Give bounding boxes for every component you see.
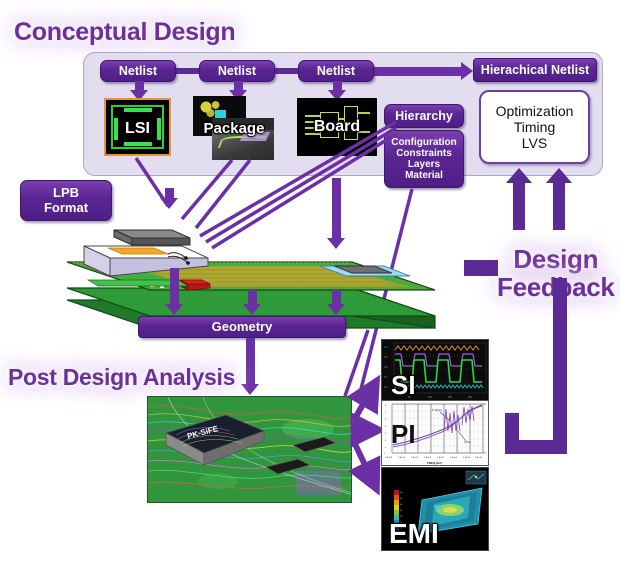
lpb-format-line-2: Format — [43, 199, 89, 215]
optimization-line-2: Timing — [513, 118, 556, 135]
tile-package-bottom[interactable] — [212, 118, 274, 160]
netlist-box-2[interactable]: Netlist — [199, 60, 275, 82]
netlist-box-3[interactable]: Netlist — [298, 60, 374, 82]
arrow-pcb-to-geometry-3 — [327, 290, 345, 316]
svg-text:1.E+06: 1.E+06 — [424, 457, 432, 459]
svg-text:100: 100 — [428, 396, 433, 399]
pcb-routing-photo[interactable]: PK-SiFE — [147, 396, 352, 503]
arrow-feedback-up-2 — [546, 168, 572, 230]
board-art-block-2 — [344, 106, 358, 140]
netlist-box-1[interactable]: Netlist — [100, 60, 176, 82]
svg-text:Z-Sim: Z-Sim — [464, 440, 471, 444]
lsi-pad-right — [157, 118, 161, 140]
pcb-stacked-die-side-front — [131, 237, 191, 246]
board-art-pin-7 — [358, 131, 370, 133]
emi-hotspot-yellow — [443, 507, 457, 513]
arrow-head — [546, 168, 572, 183]
arrow-head — [165, 304, 183, 315]
svg-text:1.E+07: 1.E+07 — [437, 457, 445, 459]
pcb-bond-pad-2 — [186, 261, 190, 265]
lpb-format-box[interactable]: LPB Format — [20, 180, 112, 221]
board-art-pin-4 — [305, 133, 320, 135]
optimization-line-1: Optimization — [495, 102, 574, 119]
arrow-head — [327, 304, 345, 315]
lsi-pad-left — [114, 118, 118, 140]
arrow-pcb-to-geometry-1 — [165, 268, 183, 316]
arrow-head — [461, 62, 473, 80]
hierarchy-title-box[interactable]: Hierarchy — [384, 104, 464, 128]
tile-lsi[interactable]: LSI — [104, 98, 171, 156]
arrow-to-die — [160, 188, 178, 210]
geometry-box[interactable]: Geometry — [138, 316, 346, 338]
arrow-geometry-to-pcb-photo — [241, 338, 259, 396]
arrow-shaft — [169, 268, 179, 306]
feedback-bar-vertical — [553, 278, 567, 454]
pcb-bond-pad-1 — [184, 256, 188, 260]
tile-si-analysis[interactable]: 1.0 0.8 0.6 0.4 0.2 50 100 150 200 SI — [381, 339, 489, 401]
lsi-pad-bottom — [124, 142, 152, 146]
arrow-shaft — [245, 338, 255, 386]
emi-plot-svg: 605244 362820 124 dBuV/m — [382, 468, 488, 550]
svg-text:200: 200 — [468, 396, 473, 399]
tile-pi-analysis[interactable]: Z-Target Z-Sim 876 543 21 1.E+03 1.E+04 1.… — [381, 400, 489, 466]
tile-board[interactable]: Board — [297, 98, 377, 156]
board-art-pin-5 — [339, 118, 345, 120]
board-art-pin-3 — [305, 127, 320, 129]
pi-plot-svg: Z-Target Z-Sim 876 543 21 1.E+03 1.E+04 1.… — [382, 401, 488, 465]
diagram-canvas: Conceptual Design Netlist Netlist Netlis… — [0, 0, 620, 571]
lpb-format-line-1: LPB — [53, 184, 79, 200]
arrow-shaft — [364, 67, 462, 76]
lsi-pad-top — [124, 108, 152, 112]
pcb-3d-illustration — [62, 228, 467, 329]
optimization-box[interactable]: Optimization Timing LVS — [479, 90, 590, 164]
pcb-photo-svg: PK-SiFE — [148, 397, 351, 502]
feedback-bar-left-stub — [464, 260, 498, 276]
board-art-pin-6 — [358, 112, 370, 114]
optimization-line-3: LVS — [521, 135, 548, 152]
arrow-head — [506, 168, 532, 183]
arrow-shaft — [513, 182, 525, 230]
board-art-pin-2 — [305, 121, 320, 123]
arrow-to-si — [346, 374, 381, 422]
arrow-pcb-to-geometry-2 — [243, 290, 261, 316]
emi-colorbar — [394, 490, 399, 535]
hierarchy-items-box[interactable]: Configuration Constraints Layers Materia… — [384, 130, 464, 188]
heading-conceptual-design: Conceptual Design — [0, 8, 252, 57]
board-art-block-1 — [320, 112, 339, 138]
design-feedback-line-1: Design — [513, 244, 599, 274]
arrow-head — [241, 384, 259, 395]
svg-text:1.E+09: 1.E+09 — [463, 457, 471, 459]
heading-post-design-analysis: Post Design Analysis — [0, 354, 252, 401]
pi-x-axis-label: FREQ (Hz) — [427, 461, 442, 465]
arrow-head — [243, 304, 261, 315]
svg-text:1.E+05: 1.E+05 — [411, 457, 419, 459]
arrow-shaft — [553, 182, 565, 230]
arrow-head — [160, 198, 178, 209]
si-plot-svg: 1.00.80.6 0.40.2 50 100 150 200 — [382, 340, 488, 400]
emi-hotspot-cyan — [434, 505, 442, 509]
emi-units-label: dBuV/m — [406, 543, 413, 545]
svg-text:150: 150 — [448, 396, 453, 399]
board-art-pin-1 — [305, 115, 320, 117]
tile-emi-analysis[interactable]: 60 52 44 36 28 20 12 4 dBuV/m EMI — [381, 467, 489, 551]
feedback-bar-elbow — [505, 413, 519, 454]
svg-text:1.E+10: 1.E+10 — [475, 457, 483, 459]
arrow-to-emi — [347, 440, 381, 496]
arrow-feedback-up-1 — [506, 168, 532, 230]
svg-text:Z-Target: Z-Target — [432, 408, 442, 412]
svg-text:1.E+03: 1.E+03 — [385, 457, 393, 459]
svg-text:1.E+04: 1.E+04 — [398, 457, 406, 459]
heading-conceptual-design-text: Conceptual Design — [14, 18, 236, 46]
package-art-trace-purple — [239, 132, 271, 141]
svg-text:1.E+08: 1.E+08 — [450, 457, 458, 459]
arrow-netlist-to-hierarchical — [364, 62, 474, 80]
hierarchical-netlist-box[interactable]: Hierachical Netlist — [473, 58, 597, 82]
heading-post-design-analysis-text: Post Design Analysis — [8, 364, 236, 390]
